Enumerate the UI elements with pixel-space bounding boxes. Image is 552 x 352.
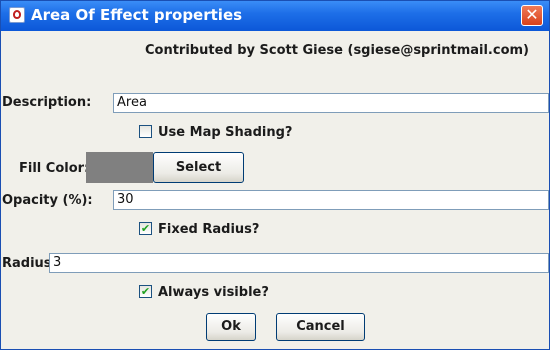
always-visible-label: Always visible? bbox=[158, 285, 269, 300]
description-label: Description: bbox=[2, 95, 92, 110]
java-cup-icon bbox=[9, 7, 25, 23]
always-visible-checkbox[interactable]: ✔ bbox=[139, 285, 152, 298]
fixed-radius-row[interactable]: ✔ Fixed Radius? bbox=[139, 222, 259, 237]
close-button[interactable]: ✕ bbox=[521, 5, 543, 26]
window-title: Area Of Effect properties bbox=[31, 6, 243, 24]
cancel-button[interactable]: Cancel bbox=[276, 313, 365, 341]
opacity-field[interactable]: 30 bbox=[113, 190, 549, 210]
map-shading-row[interactable]: Use Map Shading? bbox=[139, 125, 292, 140]
always-visible-row[interactable]: ✔ Always visible? bbox=[139, 285, 269, 300]
credit-text: Contributed by Scott Giese (sgiese@sprin… bbox=[144, 43, 529, 58]
description-field[interactable]: Area bbox=[113, 93, 549, 113]
fixed-radius-label: Fixed Radius? bbox=[158, 222, 260, 237]
dialog-window: Area Of Effect properties ✕ Contributed … bbox=[0, 0, 550, 350]
ok-button[interactable]: Ok bbox=[206, 313, 256, 341]
map-shading-checkbox[interactable] bbox=[139, 125, 152, 138]
fill-color-label: Fill Color: bbox=[19, 161, 90, 176]
radius-field[interactable]: 3 bbox=[49, 253, 549, 273]
select-color-button[interactable]: Select bbox=[153, 152, 244, 183]
opacity-label: Opacity (%): bbox=[2, 193, 93, 208]
map-shading-label: Use Map Shading? bbox=[158, 125, 293, 140]
fixed-radius-checkbox[interactable]: ✔ bbox=[139, 222, 152, 235]
title-bar[interactable]: Area Of Effect properties ✕ bbox=[1, 1, 549, 31]
fill-color-swatch bbox=[86, 152, 153, 183]
